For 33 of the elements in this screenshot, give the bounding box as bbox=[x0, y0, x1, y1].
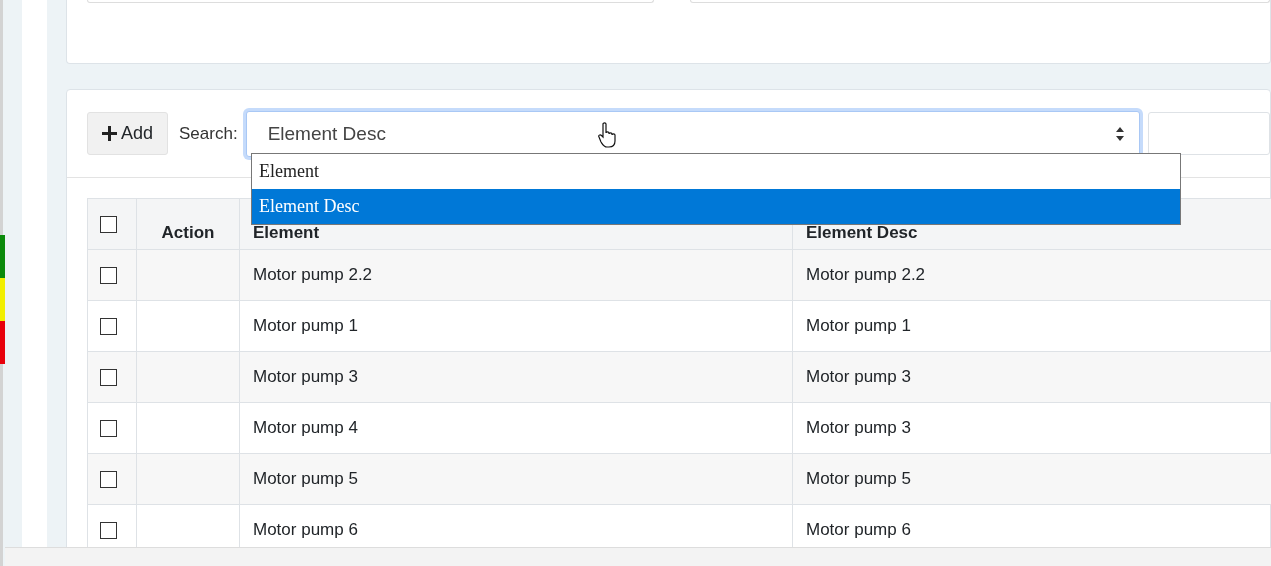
table-cell: Motor pump 1 bbox=[253, 316, 358, 335]
checkbox[interactable] bbox=[100, 318, 117, 335]
table-cell: Motor pump 3 bbox=[806, 418, 911, 437]
plus-icon bbox=[102, 126, 117, 141]
add-button[interactable]: Add bbox=[87, 112, 169, 155]
table-cell: Motor pump 3 bbox=[253, 367, 358, 386]
table-cell: Motor pump 2.2 bbox=[253, 265, 373, 284]
table-cell: Motor pump 6 bbox=[806, 520, 911, 539]
dropdown-option[interactable]: Element bbox=[252, 154, 1180, 189]
hand-cursor-icon bbox=[598, 122, 616, 148]
table-cell: Motor pump 5 bbox=[253, 469, 358, 488]
table-cell: Motor pump 3 bbox=[806, 367, 911, 386]
search-select[interactable]: Element Desc bbox=[245, 110, 1140, 157]
dropdown-option[interactable]: Element Desc bbox=[252, 189, 1180, 224]
table-cell: Motor pump 6 bbox=[253, 520, 358, 539]
table-cell: Motor pump 1 bbox=[806, 316, 911, 335]
column-header: Action bbox=[161, 222, 215, 242]
table-cell: Motor pump 2.2 bbox=[806, 265, 926, 284]
checkbox[interactable] bbox=[100, 369, 117, 386]
table-cell: Motor pump 4 bbox=[253, 418, 358, 437]
checkbox[interactable] bbox=[100, 267, 117, 284]
table-cell: Motor pump 5 bbox=[806, 469, 911, 488]
column-header: Element bbox=[253, 222, 320, 242]
search-label: Search: bbox=[179, 123, 238, 144]
checkbox[interactable] bbox=[100, 420, 117, 437]
input-field[interactable] bbox=[87, 0, 654, 3]
sort-caret-icon bbox=[1115, 125, 1125, 142]
checkbox[interactable] bbox=[100, 522, 117, 539]
input-field[interactable] bbox=[1148, 112, 1270, 155]
input-field[interactable] bbox=[689, 0, 1270, 3]
checkbox[interactable] bbox=[100, 216, 117, 233]
column-header: Element Desc bbox=[806, 222, 918, 242]
checkbox[interactable] bbox=[100, 471, 117, 488]
